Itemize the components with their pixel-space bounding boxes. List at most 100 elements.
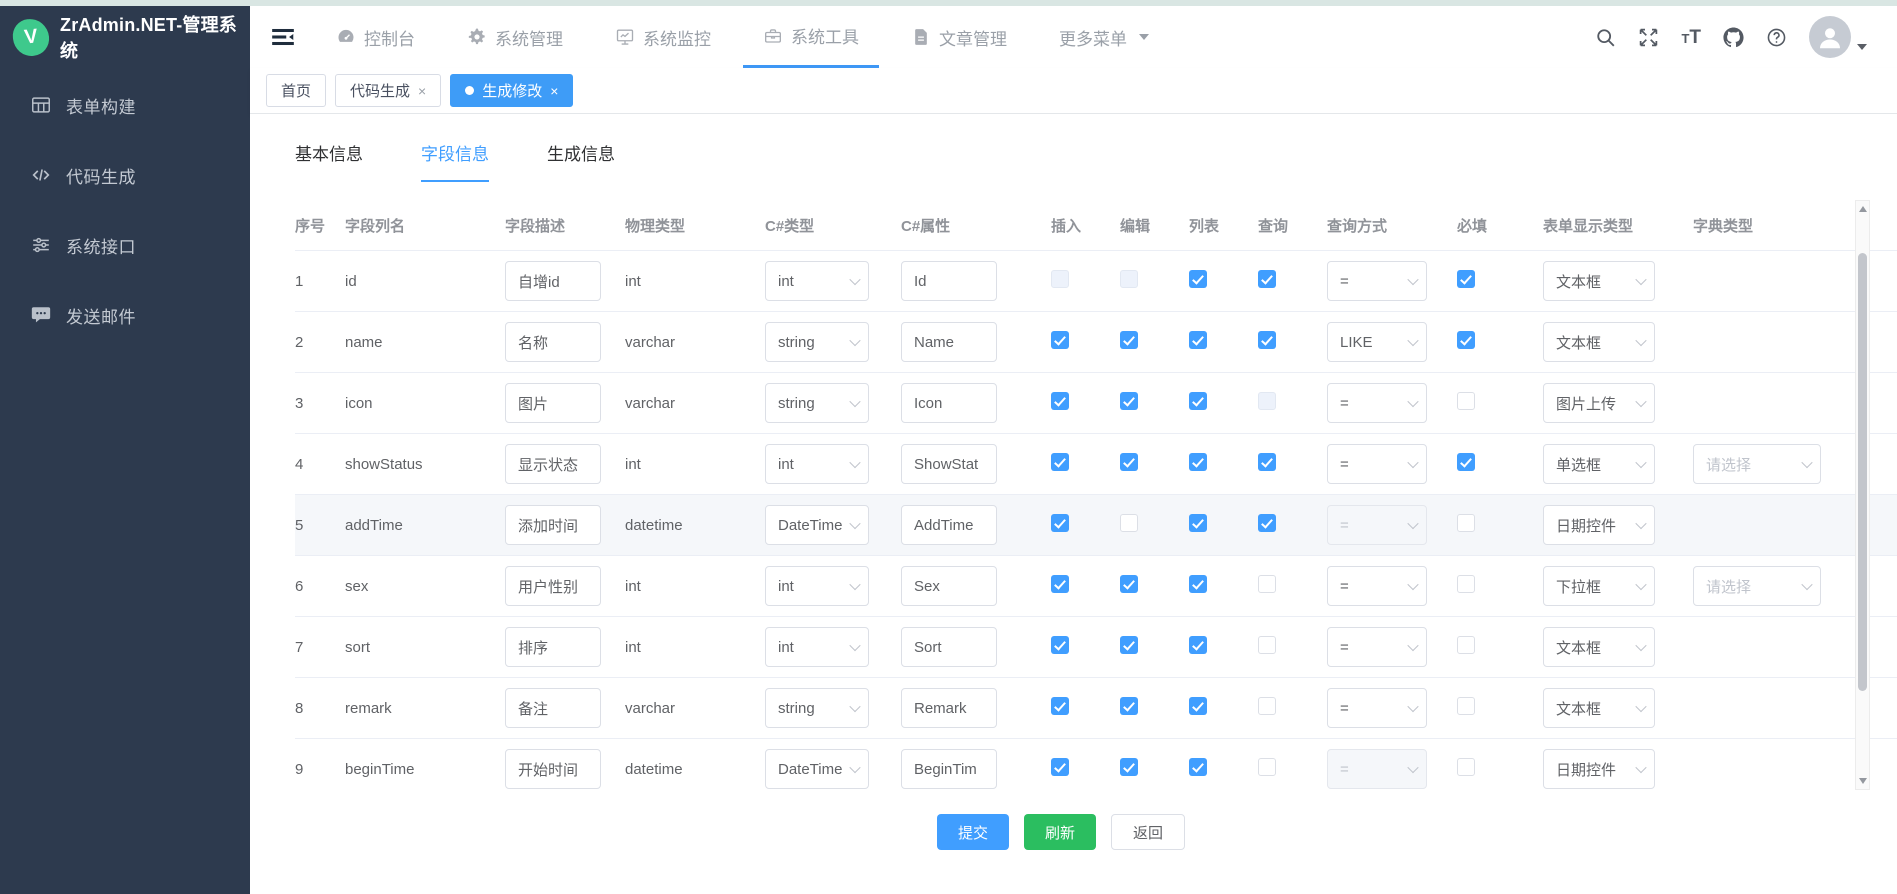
display-type-select[interactable]: 单选框 bbox=[1543, 444, 1655, 484]
display-type-select[interactable]: 文本框 bbox=[1543, 688, 1655, 728]
query-mode-select[interactable]: LIKE bbox=[1327, 322, 1427, 362]
field-desc-input[interactable] bbox=[505, 749, 601, 789]
page-tab-2[interactable]: 生成修改 × bbox=[450, 74, 573, 107]
cs-type-select[interactable]: int bbox=[765, 261, 869, 301]
field-desc-input[interactable] bbox=[505, 261, 601, 301]
dict-type-select[interactable]: 请选择 bbox=[1693, 566, 1821, 606]
edit-checkbox[interactable] bbox=[1120, 453, 1138, 471]
user-menu[interactable] bbox=[1809, 16, 1867, 58]
query-checkbox[interactable] bbox=[1258, 636, 1276, 654]
query-checkbox[interactable] bbox=[1258, 758, 1276, 776]
nav-item-more-menu[interactable]: 更多菜单 bbox=[1039, 6, 1169, 68]
insert-checkbox[interactable] bbox=[1051, 392, 1069, 410]
query-mode-select[interactable]: = bbox=[1327, 383, 1427, 423]
dict-type-select[interactable]: 请选择 bbox=[1693, 444, 1821, 484]
cs-prop-input[interactable] bbox=[901, 261, 997, 301]
sidebar-item-code-gen[interactable]: 代码生成 bbox=[0, 140, 250, 210]
required-checkbox[interactable] bbox=[1457, 514, 1475, 532]
insert-checkbox[interactable] bbox=[1051, 270, 1069, 288]
nav-item-system-manage[interactable]: 系统管理 bbox=[447, 6, 583, 68]
list-checkbox[interactable] bbox=[1189, 697, 1207, 715]
query-checkbox[interactable] bbox=[1258, 392, 1276, 410]
search-icon[interactable] bbox=[1595, 27, 1616, 48]
query-checkbox[interactable] bbox=[1258, 331, 1276, 349]
cs-type-select[interactable]: string bbox=[765, 383, 869, 423]
content-tab-0[interactable]: 基本信息 bbox=[295, 140, 363, 182]
cs-prop-input[interactable] bbox=[901, 444, 997, 484]
content-tab-1[interactable]: 字段信息 bbox=[421, 140, 489, 182]
page-tab-1[interactable]: 代码生成 × bbox=[335, 74, 441, 107]
edit-checkbox[interactable] bbox=[1120, 331, 1138, 349]
cs-type-select[interactable]: int bbox=[765, 627, 869, 667]
cs-prop-input[interactable] bbox=[901, 383, 997, 423]
display-type-select[interactable]: 图片上传 bbox=[1543, 383, 1655, 423]
edit-checkbox[interactable] bbox=[1120, 514, 1138, 532]
field-desc-input[interactable] bbox=[505, 627, 601, 667]
field-desc-input[interactable] bbox=[505, 322, 601, 362]
edit-checkbox[interactable] bbox=[1120, 392, 1138, 410]
list-checkbox[interactable] bbox=[1189, 392, 1207, 410]
font-size-icon[interactable]: TT bbox=[1681, 28, 1701, 47]
github-icon[interactable] bbox=[1723, 27, 1744, 48]
cs-type-select[interactable]: int bbox=[765, 566, 869, 606]
sidebar-item-send-mail[interactable]: 发送邮件 bbox=[0, 280, 250, 350]
display-type-select[interactable]: 下拉框 bbox=[1543, 566, 1655, 606]
back-button[interactable]: 返回 bbox=[1111, 814, 1185, 850]
display-type-select[interactable]: 文本框 bbox=[1543, 627, 1655, 667]
sidebar-item-form-build[interactable]: 表单构建 bbox=[0, 70, 250, 140]
page-tab-0[interactable]: 首页 bbox=[266, 74, 326, 107]
edit-checkbox[interactable] bbox=[1120, 636, 1138, 654]
edit-checkbox[interactable] bbox=[1120, 697, 1138, 715]
close-icon[interactable]: × bbox=[418, 84, 426, 98]
display-type-select[interactable]: 日期控件 bbox=[1543, 505, 1655, 545]
list-checkbox[interactable] bbox=[1189, 575, 1207, 593]
insert-checkbox[interactable] bbox=[1051, 636, 1069, 654]
cs-type-select[interactable]: DateTime bbox=[765, 749, 869, 789]
fullscreen-icon[interactable] bbox=[1638, 27, 1659, 48]
list-checkbox[interactable] bbox=[1189, 636, 1207, 654]
query-mode-select[interactable]: = bbox=[1327, 749, 1427, 789]
query-mode-select[interactable]: = bbox=[1327, 505, 1427, 545]
vertical-scrollbar[interactable] bbox=[1855, 200, 1870, 790]
submit-button[interactable]: 提交 bbox=[937, 814, 1009, 850]
cs-prop-input[interactable] bbox=[901, 688, 997, 728]
sidebar-collapse-icon[interactable] bbox=[270, 24, 296, 50]
list-checkbox[interactable] bbox=[1189, 758, 1207, 776]
required-checkbox[interactable] bbox=[1457, 575, 1475, 593]
insert-checkbox[interactable] bbox=[1051, 697, 1069, 715]
field-desc-input[interactable] bbox=[505, 444, 601, 484]
close-icon[interactable]: × bbox=[550, 84, 558, 98]
scroll-down-icon[interactable] bbox=[1859, 778, 1867, 784]
cs-prop-input[interactable] bbox=[901, 322, 997, 362]
edit-checkbox[interactable] bbox=[1120, 270, 1138, 288]
edit-checkbox[interactable] bbox=[1120, 575, 1138, 593]
list-checkbox[interactable] bbox=[1189, 514, 1207, 532]
edit-checkbox[interactable] bbox=[1120, 758, 1138, 776]
cs-prop-input[interactable] bbox=[901, 749, 997, 789]
cs-prop-input[interactable] bbox=[901, 505, 997, 545]
list-checkbox[interactable] bbox=[1189, 270, 1207, 288]
query-mode-select[interactable]: = bbox=[1327, 566, 1427, 606]
list-checkbox[interactable] bbox=[1189, 453, 1207, 471]
cs-prop-input[interactable] bbox=[901, 566, 997, 606]
query-checkbox[interactable] bbox=[1258, 453, 1276, 471]
insert-checkbox[interactable] bbox=[1051, 575, 1069, 593]
query-checkbox[interactable] bbox=[1258, 697, 1276, 715]
help-icon[interactable] bbox=[1766, 27, 1787, 48]
required-checkbox[interactable] bbox=[1457, 636, 1475, 654]
display-type-select[interactable]: 日期控件 bbox=[1543, 749, 1655, 789]
query-mode-select[interactable]: = bbox=[1327, 444, 1427, 484]
required-checkbox[interactable] bbox=[1457, 331, 1475, 349]
query-checkbox[interactable] bbox=[1258, 514, 1276, 532]
field-desc-input[interactable] bbox=[505, 383, 601, 423]
app-logo[interactable]: V ZrAdmin.NET-管理系统 bbox=[0, 6, 250, 68]
field-desc-input[interactable] bbox=[505, 688, 601, 728]
cs-type-select[interactable]: DateTime bbox=[765, 505, 869, 545]
insert-checkbox[interactable] bbox=[1051, 514, 1069, 532]
nav-item-console[interactable]: 控制台 bbox=[316, 6, 435, 68]
nav-item-system-tools[interactable]: 系统工具 bbox=[743, 6, 879, 68]
display-type-select[interactable]: 文本框 bbox=[1543, 322, 1655, 362]
scrollbar-thumb[interactable] bbox=[1858, 253, 1867, 691]
nav-item-system-monitor[interactable]: 系统监控 bbox=[595, 6, 731, 68]
query-checkbox[interactable] bbox=[1258, 270, 1276, 288]
